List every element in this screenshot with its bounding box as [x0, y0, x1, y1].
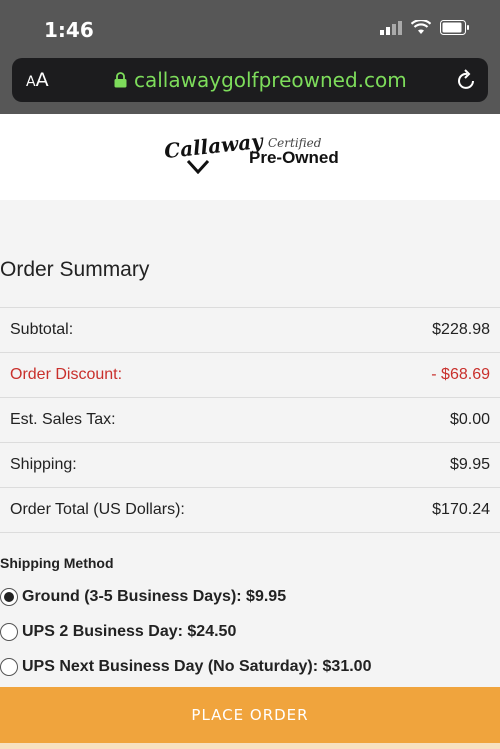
- signal-icon: [380, 20, 402, 35]
- site-header: Callaway Certified Pre-Owned: [0, 114, 500, 200]
- pre-owned-label: Pre-Owned: [249, 148, 339, 167]
- shipping-row: Shipping: $9.95: [0, 442, 500, 487]
- row-value: $170.24: [432, 501, 490, 518]
- discount-row: Order Discount: - $68.69: [0, 352, 500, 397]
- row-label: Est. Sales Tax:: [10, 411, 116, 428]
- shipping-option-ups-next-day[interactable]: UPS Next Business Day (No Saturday): $31…: [0, 658, 371, 676]
- order-summary-table: Subtotal: $228.98 Order Discount: - $68.…: [0, 307, 500, 533]
- radio-button[interactable]: [0, 588, 18, 606]
- shipping-option-ground[interactable]: Ground (3-5 Business Days): $9.95: [0, 588, 286, 606]
- battery-icon: [440, 20, 469, 35]
- option-label: UPS Next Business Day (No Saturday): $31…: [22, 658, 372, 675]
- subtotal-row: Subtotal: $228.98: [0, 307, 500, 352]
- bottom-strip: [0, 743, 500, 749]
- row-value: - $68.69: [431, 366, 490, 383]
- radio-button[interactable]: [0, 623, 18, 641]
- status-time: 1:46: [44, 18, 94, 42]
- row-label: Order Total (US Dollars):: [10, 501, 185, 518]
- chevron-logo-icon: [187, 160, 209, 174]
- shipping-method-heading: Shipping Method: [0, 555, 114, 571]
- status-bar: 1:46: [0, 0, 500, 58]
- reload-icon[interactable]: [456, 68, 478, 92]
- option-label: Ground (3-5 Business Days): $9.95: [22, 588, 287, 605]
- place-order-button[interactable]: PLACE ORDER: [0, 687, 500, 743]
- wifi-icon: [411, 20, 431, 34]
- row-label: Shipping:: [10, 456, 77, 473]
- option-label: UPS 2 Business Day: $24.50: [22, 623, 237, 640]
- address-bar[interactable]: AA callawaygolfpreowned.com: [12, 58, 488, 102]
- shipping-option-ups-2-day[interactable]: UPS 2 Business Day: $24.50: [0, 623, 236, 641]
- row-value: $228.98: [432, 321, 490, 338]
- order-total-row: Order Total (US Dollars): $170.24: [0, 487, 500, 533]
- browser-toolbar: AA callawaygolfpreowned.com: [0, 58, 500, 114]
- row-label: Subtotal:: [10, 321, 74, 338]
- sales-tax-row: Est. Sales Tax: $0.00: [0, 397, 500, 442]
- lock-icon: [114, 72, 127, 88]
- row-label: Order Discount:: [10, 366, 123, 383]
- row-value: $9.95: [449, 456, 490, 473]
- text-size-button[interactable]: AA: [26, 69, 49, 91]
- row-value: $0.00: [449, 411, 490, 428]
- page-title: Order Summary: [0, 258, 150, 281]
- radio-button[interactable]: [0, 658, 18, 676]
- url-text[interactable]: callawaygolfpreowned.com: [134, 68, 407, 92]
